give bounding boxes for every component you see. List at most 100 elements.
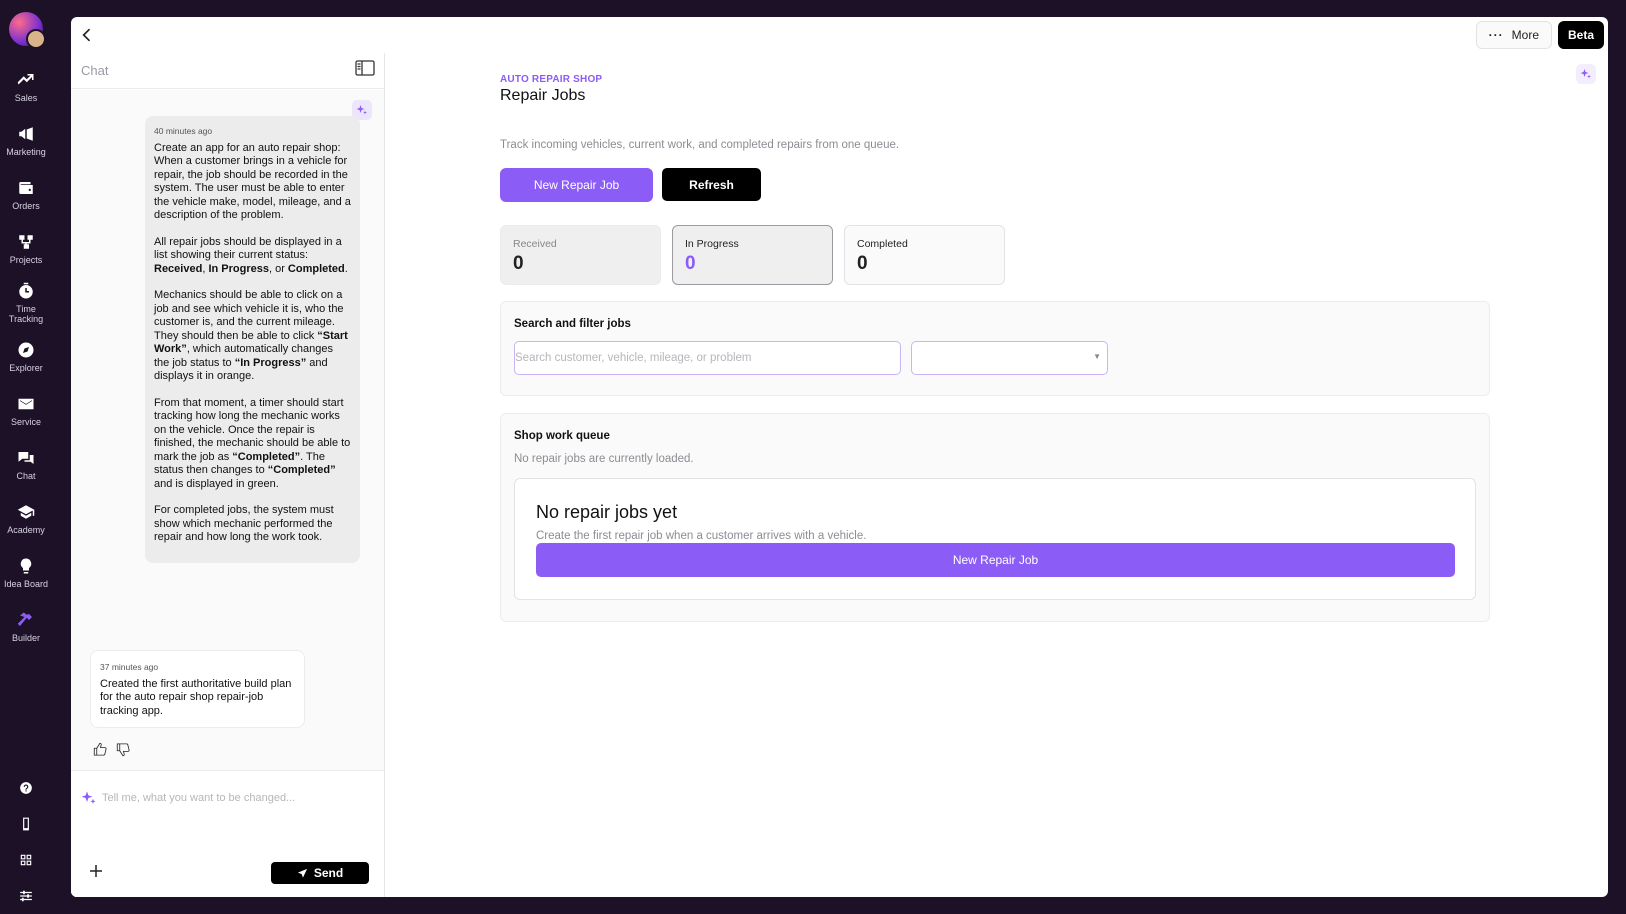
chat-header: Chat — [71, 53, 384, 89]
sparkle-icon — [356, 105, 367, 115]
nav-label: Orders — [12, 201, 40, 211]
app-preview: AUTO REPAIR SHOP Repair Jobs Track incom… — [385, 53, 1608, 897]
empty-new-repair-job-button[interactable]: New Repair Job — [536, 543, 1455, 577]
help-button[interactable] — [0, 770, 52, 806]
stat-label: Received — [513, 238, 557, 250]
builder-frame: ··· More Beta Chat 40 minutes ago Create… — [71, 17, 1608, 897]
lightbulb-icon — [20, 558, 32, 574]
beta-button[interactable]: Beta — [1557, 21, 1604, 49]
paper-plane-icon — [297, 868, 307, 878]
nav-item-chat[interactable]: Chat — [0, 438, 52, 492]
stopwatch-icon — [19, 282, 33, 299]
nav-item-sales[interactable]: Sales — [0, 60, 52, 114]
nav-item-projects[interactable]: Projects — [0, 222, 52, 276]
message-paragraph: Create an app for an auto repair shop: W… — [154, 141, 351, 222]
chat-icon — [18, 452, 34, 464]
empty-title: No repair jobs yet — [536, 502, 678, 522]
send-button[interactable]: Send — [271, 862, 369, 884]
message-paragraph: All repair jobs should be displayed in a… — [154, 235, 348, 275]
ai-sparkle-button[interactable] — [1576, 64, 1596, 84]
stat-value: 0 — [513, 253, 524, 274]
nav-label: Service — [10, 417, 41, 427]
nav-label: Idea Board — [3, 579, 49, 589]
stat-completed[interactable]: Completed 0 — [844, 225, 1005, 285]
nav-item-marketing[interactable]: Marketing — [0, 114, 52, 168]
megaphone-icon — [19, 127, 33, 141]
avatar[interactable] — [9, 12, 46, 49]
mail-icon — [18, 398, 34, 410]
stat-received[interactable]: Received 0 — [500, 225, 661, 285]
message-paragraph: Mechanics should be able to click on a j… — [154, 289, 348, 382]
thumbs-up-icon[interactable] — [93, 742, 108, 757]
nav-item-builder[interactable]: Builder — [0, 600, 52, 654]
add-attachment-button[interactable] — [87, 862, 105, 880]
sliders-icon — [20, 890, 32, 902]
nav-item-explorer[interactable]: Explorer — [0, 330, 52, 384]
help-icon — [20, 782, 32, 794]
thumbs-down-icon[interactable] — [116, 742, 131, 757]
more-button[interactable]: ··· More — [1475, 21, 1552, 49]
nav-label: Chat — [16, 471, 36, 481]
nav-item-time-tracking[interactable]: Time Tracking — [0, 276, 52, 330]
stat-label: In Progress — [685, 238, 739, 250]
nav-label: Time Tracking — [8, 304, 44, 324]
page-kicker: AUTO REPAIR SHOP — [500, 74, 603, 85]
more-label: More — [1511, 28, 1539, 42]
empty-subtitle: Create the first repair job when a custo… — [536, 530, 867, 542]
back-button[interactable] — [77, 25, 97, 45]
chevron-left-icon — [82, 28, 91, 42]
work-queue-card: Shop work queue No repair jobs are curre… — [500, 413, 1490, 622]
trend-up-icon — [17, 74, 34, 85]
nav-label: Marketing — [6, 147, 46, 157]
mobile-preview-button[interactable] — [0, 806, 52, 842]
chevron-down-icon: ▼ — [1093, 352, 1101, 361]
user-message: 40 minutes ago Create an app for an auto… — [145, 116, 360, 563]
status-filter-select[interactable]: ▼ — [911, 341, 1108, 375]
page-subtitle: Track incoming vehicles, current work, a… — [500, 139, 900, 151]
sidebar-toggle-icon — [355, 60, 375, 76]
chat-composer: Send — [71, 770, 384, 897]
page-title: Repair Jobs — [500, 87, 586, 104]
settings-button[interactable] — [0, 878, 52, 914]
message-time: 40 minutes ago — [154, 126, 213, 136]
phone-icon — [23, 817, 29, 831]
assistant-message: 37 minutes ago Created the first authori… — [90, 650, 305, 728]
sparkle-icon — [1580, 69, 1591, 79]
chat-input[interactable] — [102, 788, 372, 808]
nav-label: Sales — [14, 93, 38, 103]
stat-value: 0 — [857, 253, 868, 274]
nav-item-orders[interactable]: Orders — [0, 168, 52, 222]
nav-label: Builder — [11, 633, 40, 643]
app-rail: Sales Marketing Orders Projects Time Tra… — [0, 0, 52, 914]
search-filter-card: Search and filter jobs ▼ — [500, 301, 1490, 396]
message-feedback — [93, 742, 131, 757]
empty-state: No repair jobs yet Create the first repa… — [514, 478, 1476, 600]
nav-label: Academy — [7, 525, 45, 535]
nodes-icon — [19, 235, 33, 249]
nav-label: Explorer — [9, 363, 43, 373]
nav-label: Projects — [9, 255, 43, 265]
refresh-button[interactable]: Refresh — [662, 168, 761, 201]
chat-panel: Chat 40 minutes ago Create an app for an… — [71, 53, 385, 897]
stat-value: 0 — [685, 253, 696, 274]
topbar: ··· More Beta — [71, 17, 1608, 53]
send-label: Send — [313, 866, 344, 880]
chat-title: Chat — [81, 63, 109, 78]
ellipsis-icon: ··· — [1488, 28, 1504, 42]
card-title: Search and filter jobs — [514, 318, 631, 330]
new-repair-job-button[interactable]: New Repair Job — [500, 168, 653, 202]
apps-button[interactable] — [0, 842, 52, 878]
nav-item-academy[interactable]: Academy — [0, 492, 52, 546]
compass-icon — [18, 342, 34, 358]
rail-nav: Sales Marketing Orders Projects Time Tra… — [0, 60, 52, 654]
card-title: Shop work queue — [514, 430, 610, 442]
chat-messages[interactable]: 40 minutes ago Create an app for an auto… — [71, 90, 384, 770]
nav-item-idea-board[interactable]: Idea Board — [0, 546, 52, 600]
sparkle-icon — [81, 790, 97, 811]
toggle-panel-button[interactable] — [355, 60, 375, 81]
search-input[interactable] — [514, 341, 901, 375]
stat-in-progress[interactable]: In Progress 0 — [672, 225, 833, 285]
nav-item-service[interactable]: Service — [0, 384, 52, 438]
wallet-icon — [19, 182, 33, 194]
queue-status-text: No repair jobs are currently loaded. — [514, 453, 694, 465]
